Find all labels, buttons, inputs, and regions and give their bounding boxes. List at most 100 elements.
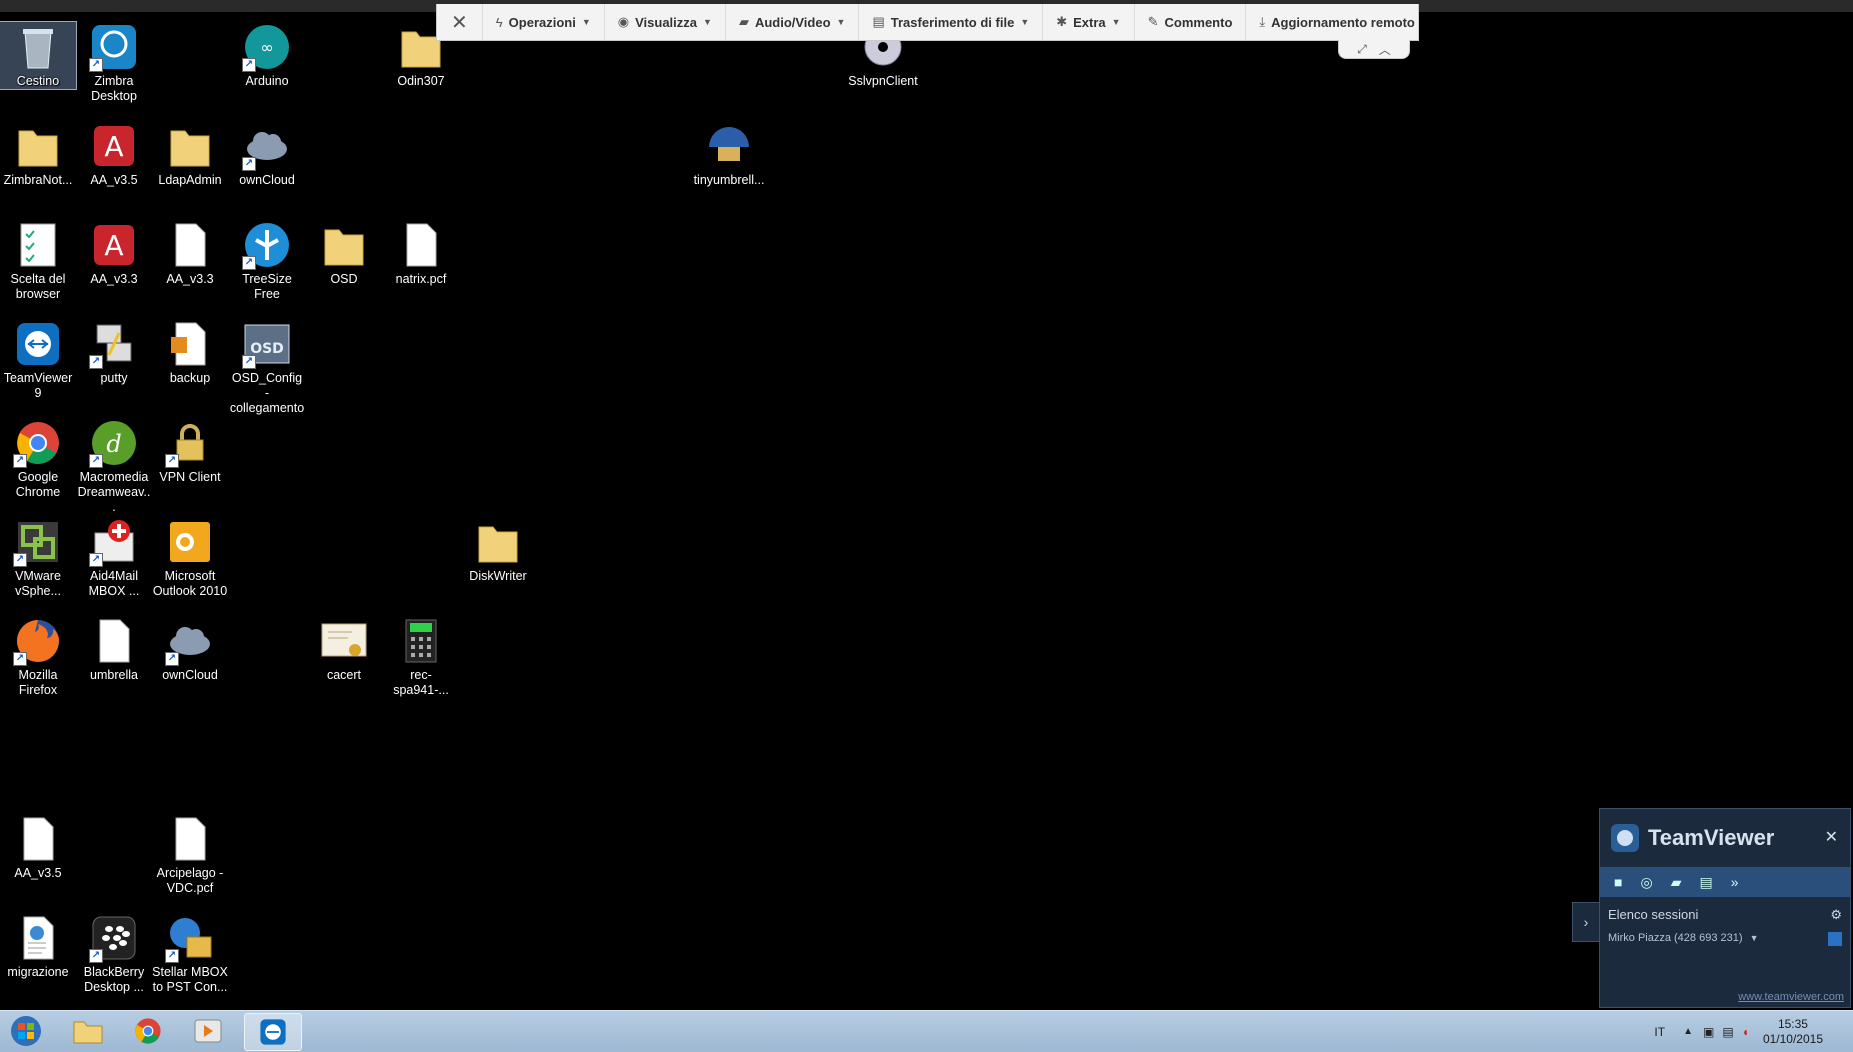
desktop-icon-firefox[interactable]: ↗ Mozilla Firefox xyxy=(0,616,76,698)
shortcut-arrow-icon: ↗ xyxy=(242,157,256,171)
desktop-icon-umbrella[interactable]: umbrella xyxy=(76,616,152,683)
desktop-icon-vmware[interactable]: ↗ VMware vSphe... xyxy=(0,517,76,599)
desktop-icon-teamviewer9[interactable]: TeamViewer 9 xyxy=(0,319,76,401)
desktop-icon-arduino[interactable]: ∞ ↗ Arduino xyxy=(229,22,305,89)
fullscreen-icon[interactable]: ⤢ xyxy=(1357,42,1367,57)
panel-brand: TeamViewer xyxy=(1648,825,1775,850)
icon-label: natrix.pcf xyxy=(395,272,447,286)
desktop-icon-aa-v35-file[interactable]: AA_v3.5 xyxy=(0,814,76,881)
eye-icon: ◉ xyxy=(617,14,630,29)
icon-label: ownCloud xyxy=(239,173,295,187)
desktop-icon-zimbranot[interactable]: ZimbraNot... xyxy=(0,121,76,188)
gear-icon[interactable]: ⚙ xyxy=(1830,907,1842,923)
desktop-icon-owncloud[interactable]: ↗ ownCloud xyxy=(229,121,305,188)
desktop-icon-treesize[interactable]: ↗ TreeSize Free xyxy=(229,220,305,302)
taskbar-explorer[interactable] xyxy=(60,1013,116,1049)
file-transfer-icon: ▤ xyxy=(872,14,885,29)
close-session-button[interactable]: ✕ xyxy=(437,4,483,40)
menu-aggiornamento-remoto[interactable]: ⤓ Aggiornamento remoto xyxy=(1246,4,1427,40)
desktop-icon-aa-v33[interactable]: A AA_v3.3 xyxy=(76,220,152,287)
desktop-icon-zimbra-desktop[interactable]: ↗ Zimbra Desktop xyxy=(76,22,152,104)
osd-config-icon: OSD ↗ xyxy=(242,319,292,369)
menu-trasferimento-file[interactable]: ▤ Trasferimento di file ▼ xyxy=(859,4,1044,40)
shortcut-arrow-icon: ↗ xyxy=(13,454,27,468)
folder-icon xyxy=(319,220,369,270)
icon-label: backup xyxy=(169,371,211,385)
icon-label: LdapAdmin xyxy=(158,173,222,187)
collapse-toolbar-icon[interactable]: ︿ xyxy=(1379,41,1391,58)
umbrella-app-icon xyxy=(704,121,754,171)
menu-label: Operazioni xyxy=(508,14,576,30)
desktop-icon-chrome[interactable]: ↗ Google Chrome xyxy=(0,418,76,500)
menu-operazioni[interactable]: ϟ Operazioni ▼ xyxy=(483,4,605,40)
desktop-icon-arcipelago[interactable]: Arcipelago - VDC.pcf xyxy=(152,814,228,896)
caret-down-icon: ▼ xyxy=(836,17,846,27)
menu-label: Aggiornamento remoto xyxy=(1271,14,1415,30)
system-tray: IT ▲ ▣ ▤ ◖ 15:35 01/10/2015 xyxy=(1654,1011,1853,1052)
desktop-icon-cacert[interactable]: cacert xyxy=(306,616,382,683)
desktop-icon-scelta-browser[interactable]: Scelta del browser xyxy=(0,220,76,302)
shortcut-arrow-icon: ↗ xyxy=(89,58,103,72)
desktop-icon-tinyumbrella[interactable]: tinyumbrell... xyxy=(691,121,767,188)
menu-commento[interactable]: ✎ Commento xyxy=(1135,4,1247,40)
session-entry-text: Mirko Piazza (428 693 231) xyxy=(1608,932,1743,944)
chevron-right-icon: › xyxy=(1583,914,1589,930)
headset-icon[interactable]: ◎ xyxy=(1640,874,1652,891)
desktop-icon-aa-v33-file[interactable]: AA_v3.3 xyxy=(152,220,228,287)
desktop-icon-backup[interactable]: backup xyxy=(152,319,228,386)
desktop-icon-dreamweaver[interactable]: d ↗ Macromedia Dreamweav... xyxy=(76,418,152,515)
desktop-icon-blackberry[interactable]: ↗ BlackBerry Desktop ... xyxy=(76,913,152,995)
desktop-icon-ldapadmin[interactable]: LdapAdmin xyxy=(152,121,228,188)
caret-down-icon: ▼ xyxy=(1749,933,1759,943)
shortcut-arrow-icon: ↗ xyxy=(89,454,103,468)
volume-muted-icon[interactable]: ◖ xyxy=(1742,1025,1749,1039)
taskbar-chrome[interactable] xyxy=(120,1013,176,1049)
desktop-icon-owncloud-2[interactable]: ↗ ownCloud xyxy=(152,616,228,683)
icon-label: AA_v3.5 xyxy=(14,866,62,880)
desktop-icon-outlook[interactable]: Microsoft Outlook 2010 xyxy=(152,517,228,599)
network-icon[interactable]: ▤ xyxy=(1722,1025,1733,1039)
close-icon[interactable]: ✕ xyxy=(1825,827,1838,847)
shortcut-arrow-icon: ↗ xyxy=(89,553,103,567)
putty-icon: ↗ xyxy=(89,319,139,369)
svg-text:A: A xyxy=(104,130,123,163)
outlook-data-file-icon xyxy=(165,319,215,369)
desktop-icon-aa-v35[interactable]: A AA_v3.5 xyxy=(76,121,152,188)
panel-expand-button[interactable]: › xyxy=(1572,902,1599,942)
shortcut-arrow-icon: ↗ xyxy=(242,355,256,369)
video-camera-icon[interactable]: ■ xyxy=(1614,874,1622,890)
close-icon: ✕ xyxy=(451,11,468,34)
more-icon[interactable]: » xyxy=(1731,874,1739,890)
desktop-icon-osd[interactable]: OSD xyxy=(306,220,382,287)
desktop-icon-stellar[interactable]: ↗ Stellar MBOX to PST Con... xyxy=(152,913,228,995)
language-indicator[interactable]: IT xyxy=(1654,1025,1665,1039)
show-hidden-icons-icon[interactable]: ▲ xyxy=(1683,1026,1693,1037)
desktop-icon-natrix[interactable]: natrix.pcf xyxy=(383,220,459,287)
teamviewer-link[interactable]: www.teamviewer.com xyxy=(1738,991,1844,1003)
menu-label: Visualizza xyxy=(635,14,698,30)
teamviewer-icon xyxy=(13,319,63,369)
device-icon[interactable]: ▣ xyxy=(1703,1025,1714,1039)
clock[interactable]: 15:35 01/10/2015 xyxy=(1763,1017,1823,1047)
menu-label: Audio/Video xyxy=(754,14,831,30)
desktop-icon-osd-config[interactable]: OSD ↗ OSD_Config - collegamento xyxy=(229,319,305,416)
icon-label: Arcipelago - VDC.pcf xyxy=(156,866,224,895)
session-entry[interactable]: Mirko Piazza (428 693 231) ▼ xyxy=(1600,922,1850,954)
menu-extra[interactable]: ✱ Extra ▼ xyxy=(1043,4,1135,40)
files-icon[interactable]: ▤ xyxy=(1699,874,1712,891)
taskbar-teamviewer[interactable] xyxy=(244,1013,302,1051)
desktop-icon-migrazione[interactable]: migrazione xyxy=(0,913,76,980)
icon-label: VMware vSphe... xyxy=(15,569,61,598)
icon-label: BlackBerry Desktop ... xyxy=(83,965,145,994)
desktop-icon-vpn-client[interactable]: ↗ VPN Client xyxy=(152,418,228,485)
chat-icon[interactable]: ▰ xyxy=(1671,874,1682,891)
taskbar-media-player[interactable] xyxy=(180,1013,236,1049)
menu-visualizza[interactable]: ◉ Visualizza ▼ xyxy=(605,4,726,40)
desktop-icon-cestino[interactable]: Cestino xyxy=(0,21,77,90)
desktop-icon-aid4mail[interactable]: ↗ Aid4Mail MBOX ... xyxy=(76,517,152,599)
start-button[interactable] xyxy=(2,1013,50,1049)
desktop-icon-rec-spa941[interactable]: rec-spa941-... xyxy=(383,616,459,698)
desktop-icon-diskwriter[interactable]: DiskWriter xyxy=(460,517,536,584)
menu-audio-video[interactable]: ▰ Audio/Video ▼ xyxy=(726,4,860,40)
desktop-icon-putty[interactable]: ↗ putty xyxy=(76,319,152,386)
